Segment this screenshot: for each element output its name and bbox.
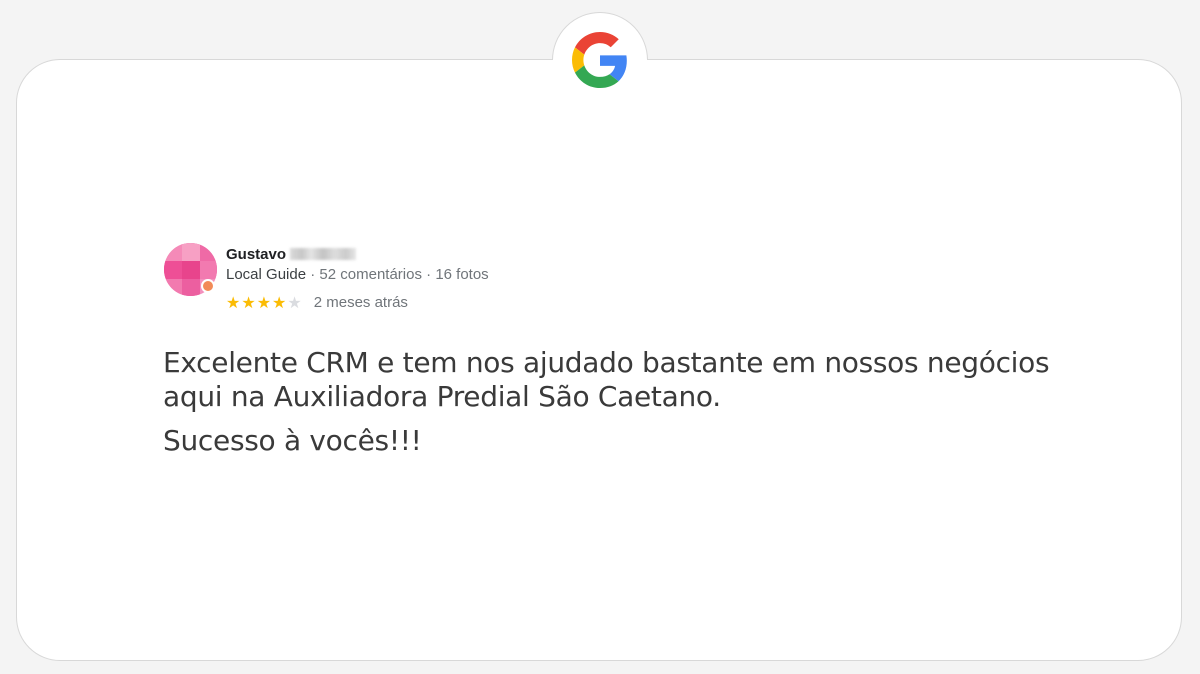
star-filled-icon: ★ (241, 292, 256, 312)
review-header: Gustavo Local Guide · 52 comentários · 1… (164, 242, 764, 322)
author-name[interactable]: Gustavo (226, 246, 286, 263)
author-row: Gustavo (226, 244, 357, 264)
star-filled-icon: ★ (226, 292, 241, 312)
star-rating: ★ ★ ★ ★ ★ (226, 292, 302, 312)
star-filled-icon: ★ (272, 292, 287, 312)
rating-row: ★ ★ ★ ★ ★ 2 meses atrás (226, 294, 408, 311)
local-guide-label: Local Guide (226, 266, 307, 283)
review-body: Excelente CRM e tem nos ajudado bastante… (163, 346, 1083, 458)
review-text-paragraph: Sucesso à vocês!!! (163, 424, 422, 457)
star-filled-icon: ★ (256, 292, 272, 312)
comments-count: 52 comentários (319, 266, 422, 283)
meta-separator: · (310, 266, 316, 283)
meta-separator: · (426, 266, 432, 283)
local-guide-badge-icon (201, 279, 215, 293)
photos-count: 16 fotos (435, 266, 489, 283)
author-meta: Local Guide · 52 comentários · 16 fotos (226, 266, 489, 283)
star-empty-icon: ★ (287, 292, 302, 312)
review-screenshot: Gustavo Local Guide · 52 comentários · 1… (0, 0, 1200, 674)
review-date: 2 meses atrás (313, 294, 408, 311)
google-g-icon (572, 32, 627, 88)
review-text-paragraph: Excelente CRM e tem nos ajudado bastante… (163, 346, 1050, 413)
redacted-surname (290, 248, 357, 260)
